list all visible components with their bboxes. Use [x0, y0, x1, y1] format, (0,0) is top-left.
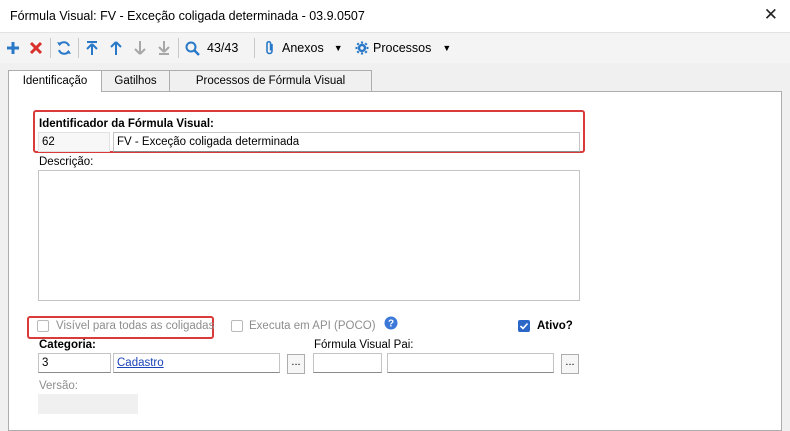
tab-label: Gatilhos — [114, 75, 157, 87]
identifier-label: Identificador da Fórmula Visual: — [39, 118, 214, 130]
last-record-icon[interactable] — [157, 38, 171, 58]
search-icon[interactable] — [185, 38, 200, 58]
delete-icon[interactable] — [29, 38, 43, 58]
processes-label: Processos — [373, 41, 432, 55]
chevron-down-icon: ▼ — [333, 43, 343, 53]
tab-panel-identificacao: Identificador da Fórmula Visual: 62 FV -… — [8, 91, 782, 431]
visible-all-label: Visível para todas as coligadas — [56, 320, 215, 332]
annexes-button[interactable]: Anexos ▼ — [264, 38, 343, 58]
toolbar-separator — [178, 38, 179, 58]
category-label: Categoria: — [39, 339, 96, 351]
window-title: Fórmula Visual: FV - Exceção coligada de… — [10, 9, 365, 23]
tab-identificacao[interactable]: Identificação — [8, 70, 102, 92]
tab-label: Processos de Fórmula Visual — [195, 75, 346, 87]
identifier-code-field: 62 — [38, 132, 110, 152]
tab-processos-formula-visual[interactable]: Processos de Fórmula Visual — [169, 70, 372, 91]
tab-container: Identificação Gatilhos Processos de Fórm… — [8, 70, 790, 431]
parent-code-field[interactable] — [313, 353, 382, 373]
first-record-icon[interactable] — [85, 38, 99, 58]
api-label: Executa em API (POCO) — [249, 320, 376, 332]
gear-icon — [355, 41, 369, 55]
parent-name-field[interactable] — [387, 353, 554, 373]
annexes-label: Anexos — [282, 41, 324, 55]
toolbar: 43/43 Anexos ▼ Processos ▼ — [0, 33, 790, 63]
parent-label: Fórmula Visual Pai: — [314, 339, 414, 351]
checkmark-icon — [519, 322, 529, 330]
active-label: Ativo? — [537, 320, 573, 332]
chevron-down-icon: ▼ — [442, 43, 452, 53]
category-name-link[interactable]: Cadastro — [117, 357, 164, 369]
toolbar-separator — [78, 38, 79, 58]
svg-text:?: ? — [388, 319, 394, 330]
active-checkbox[interactable] — [518, 320, 530, 332]
add-icon[interactable] — [6, 38, 20, 58]
api-checkbox[interactable] — [231, 320, 243, 332]
tab-label: Identificação — [22, 75, 88, 87]
version-label: Versão: — [39, 380, 78, 392]
identifier-name-field[interactable]: FV - Exceção coligada determinada — [113, 132, 580, 152]
category-code-field[interactable]: 3 — [38, 353, 111, 373]
parent-lookup-button[interactable]: ... — [561, 354, 579, 374]
category-lookup-button[interactable]: ... — [287, 354, 305, 374]
toolbar-separator — [50, 38, 51, 58]
visible-all-checkbox[interactable] — [37, 320, 49, 332]
close-icon[interactable]: ✕ — [764, 5, 778, 25]
category-name-field[interactable]: Cadastro — [113, 353, 280, 373]
next-record-icon[interactable] — [133, 38, 147, 58]
description-textarea[interactable] — [38, 170, 580, 301]
paperclip-icon — [266, 40, 273, 55]
title-bar: Fórmula Visual: FV - Exceção coligada de… — [0, 0, 790, 33]
previous-record-icon[interactable] — [109, 38, 123, 58]
help-icon[interactable]: ? — [384, 316, 398, 333]
processes-button[interactable]: Processos ▼ — [355, 38, 451, 58]
toolbar-separator — [254, 38, 255, 58]
record-position: 43/43 — [207, 41, 239, 55]
version-field — [38, 394, 138, 414]
tab-gatilhos[interactable]: Gatilhos — [101, 70, 170, 91]
refresh-icon[interactable] — [56, 38, 72, 58]
description-label: Descrição: — [39, 156, 94, 168]
